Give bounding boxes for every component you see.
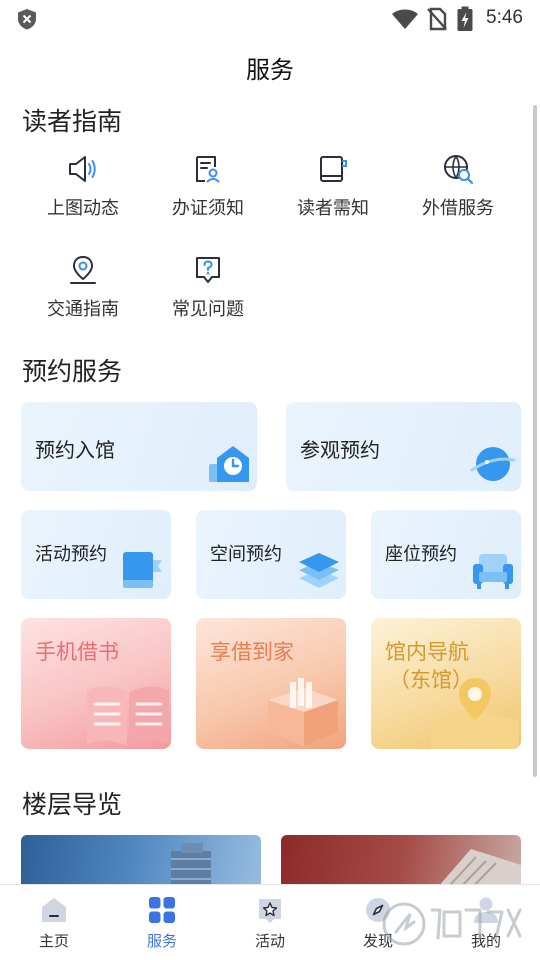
location-pin-icon [70, 255, 96, 284]
indoor-navigation-card[interactable]: 馆内导航 （东馆） [371, 618, 521, 749]
card-document-icon [196, 156, 220, 183]
map-pin-icon [431, 678, 519, 749]
home-delivery-card[interactable]: 享借到家 [196, 618, 346, 749]
watermark-logo [382, 902, 522, 946]
guide-item-faq[interactable]: 常见问题 [148, 253, 268, 321]
clock-house-icon [209, 446, 249, 482]
tab-label: 活动 [254, 932, 285, 950]
armchair-icon [473, 554, 513, 589]
tab-label: 主页 [38, 932, 69, 950]
guide-item-label: 上图动态 [47, 198, 119, 219]
wifi-icon [392, 9, 418, 29]
planet-icon [470, 447, 516, 481]
scrollbar[interactable] [533, 105, 537, 777]
home-icon [42, 898, 66, 922]
guide-item-label: 常见问题 [172, 299, 244, 320]
guide-item-label: 读者需知 [297, 198, 369, 219]
notebook-icon [320, 156, 347, 182]
guide-item-lending[interactable]: 外借服务 [398, 152, 518, 220]
seat-reservation-card[interactable]: 座位预约 [371, 510, 521, 599]
guide-item-label: 办证须知 [172, 198, 244, 219]
floor-guide-title: 楼层导览 [22, 790, 123, 819]
open-book-icon [87, 686, 169, 746]
question-icon [196, 257, 220, 283]
battery-charging-icon [457, 6, 473, 31]
layers-icon [299, 553, 339, 588]
card-label: 活动预约 [35, 544, 107, 565]
speaker-icon [69, 156, 96, 182]
status-time: 5:46 [486, 7, 523, 28]
guide-item-reader-notice[interactable]: 读者需知 [273, 152, 393, 220]
reserve-entry-card[interactable]: 预约入馆 [21, 402, 257, 491]
guide-item-transport[interactable]: 交通指南 [23, 253, 143, 321]
card-label: 预约入馆 [35, 438, 115, 462]
tab-home[interactable]: 主页 [0, 885, 108, 960]
guide-item-news[interactable]: 上图动态 [23, 152, 143, 220]
mobile-borrow-card[interactable]: 手机借书 [21, 618, 171, 749]
guide-item-label: 交通指南 [47, 299, 119, 320]
space-reservation-card[interactable]: 空间预约 [196, 510, 346, 599]
status-bar: 5:46 [0, 0, 540, 38]
no-sim-icon [427, 7, 447, 31]
book-flag-icon [123, 552, 162, 588]
card-label: 手机借书 [35, 640, 119, 664]
globe-search-icon [444, 155, 474, 185]
star-badge-icon [259, 899, 281, 923]
card-label: 座位预约 [385, 544, 457, 565]
parcel-box-icon [268, 678, 338, 746]
grid-icon [149, 897, 175, 923]
card-label: 参观预约 [300, 438, 380, 462]
card-label: 空间预约 [210, 544, 282, 565]
tab-label: 服务 [146, 932, 177, 950]
tab-services[interactable]: 服务 [108, 885, 216, 960]
card-label: 馆内导航 [385, 640, 469, 664]
guide-item-label: 外借服务 [422, 198, 494, 219]
page-title: 服务 [246, 56, 294, 84]
activity-reservation-card[interactable]: 活动预约 [21, 510, 171, 599]
tab-activities[interactable]: 活动 [216, 885, 324, 960]
shield-icon [18, 9, 36, 30]
visit-reservation-card[interactable]: 参观预约 [286, 402, 521, 491]
reader-guide-title: 读者指南 [22, 107, 123, 136]
card-label: 享借到家 [210, 640, 294, 664]
reservation-title: 预约服务 [22, 357, 123, 386]
guide-item-card-notice[interactable]: 办证须知 [148, 152, 268, 220]
